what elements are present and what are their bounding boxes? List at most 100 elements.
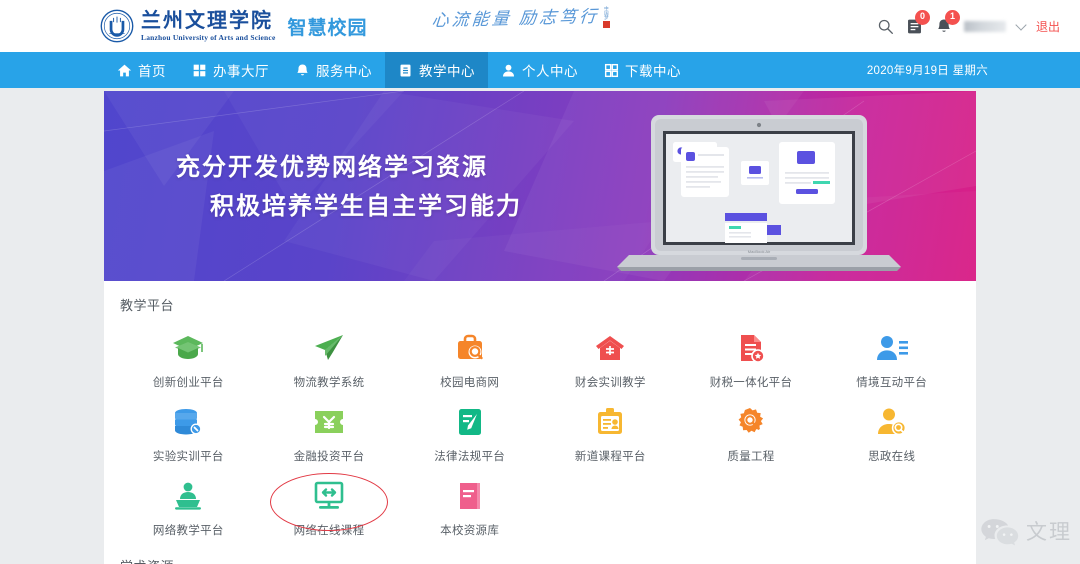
logout-button[interactable]: 退出 bbox=[1036, 18, 1060, 35]
chevron-down-icon[interactable] bbox=[1015, 18, 1027, 31]
id-card-icon bbox=[595, 405, 625, 439]
user-icon bbox=[503, 64, 514, 76]
nav-item-home[interactable]: 首页 bbox=[104, 52, 179, 88]
main-navigation: 首页 办事大厅 服务中心 教学中心 个人中心 下载中心 2020年9月19日 星… bbox=[0, 52, 1080, 88]
nav-item-service-hall[interactable]: 办事大厅 bbox=[179, 52, 282, 88]
header-actions: 0 1 退出 bbox=[877, 0, 1060, 52]
tile-label: 网络教学平台 bbox=[152, 525, 224, 537]
calligraphy-text: 心流能量 励志笃行 bbox=[430, 6, 601, 31]
user-search-icon bbox=[877, 405, 907, 439]
tile-label: 本校资源库 bbox=[440, 525, 500, 537]
nav-label-service-center: 服务中心 bbox=[316, 64, 372, 79]
calligraphy-banner: 心流能量 励志笃行 中国梦 bbox=[430, 4, 611, 31]
podium-icon bbox=[173, 479, 203, 513]
home-icon bbox=[117, 64, 132, 76]
page-header: 兰州文理学院 Lanzhou University of Arts and Sc… bbox=[0, 0, 1080, 52]
tile-accounting-training[interactable]: 财会实训教学 bbox=[540, 322, 681, 396]
seal-stamp-icon bbox=[603, 20, 611, 28]
tile-innovation-entrepreneurship[interactable]: 创新创业平台 bbox=[118, 322, 259, 396]
tile-online-courses[interactable]: 网络在线课程 bbox=[259, 470, 400, 544]
username-display[interactable] bbox=[963, 20, 1006, 32]
book-icon bbox=[456, 479, 484, 513]
calligraphy-seal-text: 中国梦 bbox=[604, 6, 610, 20]
tile-label: 财会实训教学 bbox=[574, 377, 646, 389]
current-date: 2020年9月19日 星期六 bbox=[866, 65, 988, 77]
yuan-ticket-icon bbox=[313, 405, 345, 439]
page-body: MacBook Air 充分开发优势网络学习资源 积极培养学生自主学习能力 教学… bbox=[0, 88, 1080, 564]
house-icon bbox=[595, 331, 625, 365]
tile-label: 实验实训平台 bbox=[152, 451, 224, 463]
nav-label-teaching-center: 教学中心 bbox=[419, 64, 475, 79]
graduation-cap-icon bbox=[171, 331, 205, 365]
tile-logistics-teaching[interactable]: 物流教学系统 bbox=[259, 322, 400, 396]
watermark-text: 文理 bbox=[1026, 520, 1072, 544]
tile-label: 创新创业平台 bbox=[152, 377, 224, 389]
tile-online-teaching-platform[interactable]: 网络教学平台 bbox=[118, 470, 259, 544]
tile-label: 金融投资平台 bbox=[293, 451, 365, 463]
bell-icon bbox=[297, 64, 308, 75]
tile-campus-ecommerce[interactable]: 校园电商网 bbox=[399, 322, 540, 396]
wechat-icon bbox=[981, 519, 1019, 546]
calligraphy-seal: 中国梦 bbox=[603, 6, 611, 28]
logo-chinese-name: 兰州文理学院 bbox=[141, 9, 273, 32]
nav-item-teaching-center[interactable]: 教学中心 bbox=[385, 52, 488, 88]
logo-english-name: Lanzhou University of Arts and Science bbox=[141, 32, 276, 42]
nav-item-service-center[interactable]: 服务中心 bbox=[282, 52, 385, 88]
smart-campus-title: 智慧校园 bbox=[287, 17, 368, 39]
briefcase-search-icon bbox=[455, 331, 485, 365]
tile-interactive-scenario[interactable]: 情境互动平台 bbox=[821, 322, 962, 396]
squares-icon bbox=[604, 63, 619, 77]
tile-label: 法律法规平台 bbox=[434, 451, 506, 463]
search-button[interactable] bbox=[877, 18, 894, 35]
teaching-platform-card: 教学平台 创新创业平台 物流教学系统 校园电商网 财会实训教学 财税一体化平台 … bbox=[104, 281, 976, 564]
nav-item-download-center[interactable]: 下载中心 bbox=[591, 52, 694, 88]
tile-label: 质量工程 bbox=[727, 451, 775, 463]
document-pen-icon bbox=[456, 405, 484, 439]
nav-item-personal-center[interactable]: 个人中心 bbox=[488, 52, 591, 88]
tile-campus-resource-library[interactable]: 本校资源库 bbox=[399, 470, 540, 544]
banner-line-1: 充分开发优势网络学习资源 bbox=[176, 154, 488, 181]
notifications-badge: 1 bbox=[944, 9, 960, 25]
nav-label-download-center: 下载中心 bbox=[625, 64, 681, 79]
site-logo[interactable]: 兰州文理学院 Lanzhou University of Arts and Sc… bbox=[100, 9, 275, 43]
tile-xindao-course[interactable]: 新道课程平台 bbox=[540, 396, 681, 470]
monitor-arrows-icon bbox=[313, 479, 345, 513]
nav-label-personal-center: 个人中心 bbox=[522, 64, 578, 79]
nav-label-home: 首页 bbox=[138, 64, 166, 79]
messages-badge: 0 bbox=[914, 9, 930, 25]
tile-label: 校园电商网 bbox=[440, 377, 500, 389]
document-star-icon bbox=[737, 331, 765, 365]
section-title-teaching-platform: 教学平台 bbox=[120, 298, 175, 313]
notifications-button[interactable]: 1 bbox=[935, 9, 960, 36]
tile-label: 网络在线课程 bbox=[293, 525, 365, 537]
paper-plane-icon bbox=[313, 331, 345, 365]
tile-label: 财税一体化平台 bbox=[709, 377, 793, 389]
tile-law-regulations[interactable]: 法律法规平台 bbox=[399, 396, 540, 470]
nav-items: 首页 办事大厅 服务中心 教学中心 个人中心 下载中心 bbox=[104, 52, 694, 88]
messages-button[interactable]: 0 bbox=[905, 9, 930, 36]
banner-headline: 充分开发优势网络学习资源 积极培养学生自主学习能力 bbox=[176, 149, 522, 227]
user-list-icon bbox=[876, 331, 908, 365]
clipboard-icon bbox=[400, 64, 411, 76]
section-title-academic-resources: 学术资源 bbox=[120, 556, 976, 564]
tile-label: 新道课程平台 bbox=[574, 451, 646, 463]
watermark: 文理 bbox=[980, 516, 1072, 546]
tile-quality-engineering[interactable]: 质量工程 bbox=[681, 396, 822, 470]
tile-label: 情境互动平台 bbox=[856, 377, 928, 389]
search-icon bbox=[878, 19, 893, 34]
tile-label: 物流教学系统 bbox=[293, 377, 365, 389]
gear-search-icon bbox=[736, 405, 766, 439]
laptop-illustration: MacBook Air bbox=[617, 115, 901, 271]
database-wrench-icon bbox=[173, 405, 203, 439]
banner-line-2: 积极培养学生自主学习能力 bbox=[210, 192, 522, 220]
tile-ideological-online[interactable]: 思政在线 bbox=[821, 396, 962, 470]
tile-label: 思政在线 bbox=[868, 451, 916, 463]
tile-finance-investment[interactable]: 金融投资平台 bbox=[259, 396, 400, 470]
nav-label-service-hall: 办事大厅 bbox=[213, 64, 269, 79]
tile-tax-integration[interactable]: 财税一体化平台 bbox=[681, 322, 822, 396]
hero-banner[interactable]: MacBook Air 充分开发优势网络学习资源 积极培养学生自主学习能力 bbox=[104, 91, 976, 281]
grid-icon bbox=[193, 64, 206, 76]
platform-grid: 创新创业平台 物流教学系统 校园电商网 财会实训教学 财税一体化平台 情境互动平… bbox=[104, 322, 976, 544]
tile-lab-training[interactable]: 实验实训平台 bbox=[118, 396, 259, 470]
svg-text:MacBook Air: MacBook Air bbox=[748, 249, 771, 254]
